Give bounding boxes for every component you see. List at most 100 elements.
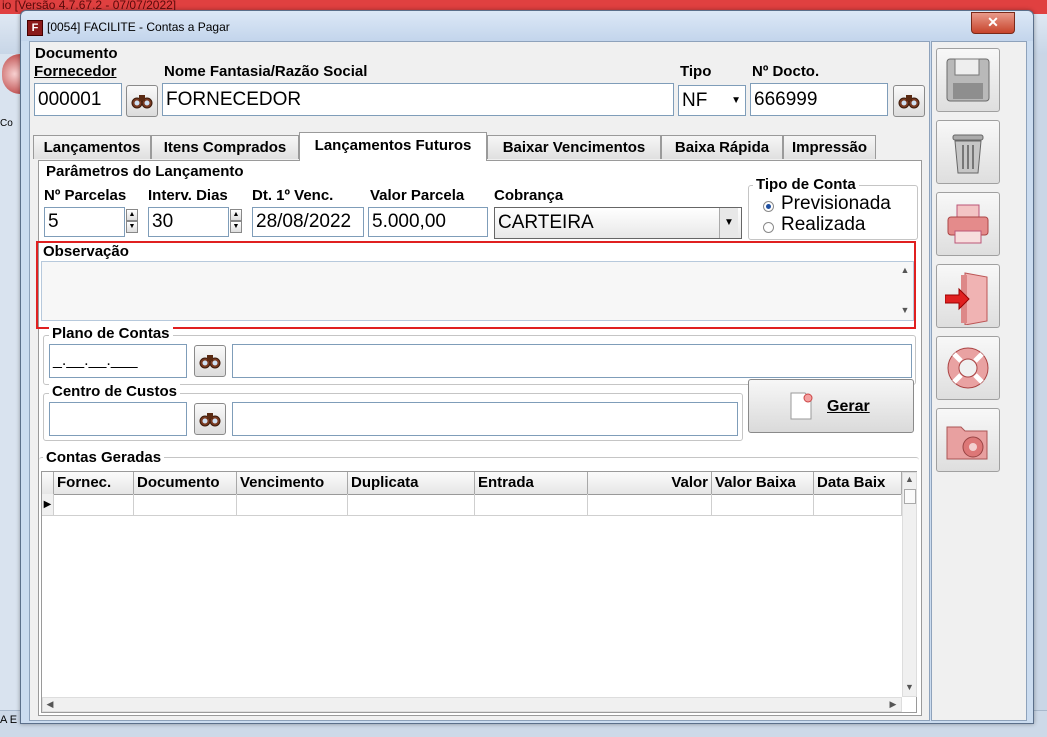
- contas-a-pagar-window: F [0054] FACILITE - Contas a Pagar ✕ Doc…: [20, 10, 1034, 724]
- realizada-label[interactable]: Realizada: [781, 214, 866, 236]
- print-button[interactable]: [936, 192, 1000, 256]
- centro-label: Centro de Custos: [49, 383, 181, 400]
- scroll-right-icon[interactable]: ▶: [887, 699, 899, 710]
- exit-door-icon: [945, 272, 988, 325]
- interv-field[interactable]: 30: [148, 207, 229, 237]
- form-area: Documento Fornecedor 000001 Nome Fantasi…: [29, 41, 930, 721]
- radio-realizada[interactable]: [763, 222, 774, 233]
- tab-impressao[interactable]: Impressão: [783, 135, 876, 159]
- chevron-down-icon: ▼: [719, 208, 738, 238]
- cobranca-select[interactable]: CARTEIRA ▼: [494, 207, 742, 239]
- printer-icon: [947, 204, 989, 244]
- search-fornecedor-button[interactable]: [126, 85, 158, 117]
- scroll-down-icon[interactable]: ▼: [899, 305, 911, 315]
- contas-grid[interactable]: Fornec. Documento Vencimento Duplicata E…: [41, 471, 917, 713]
- cell-vencimento[interactable]: [237, 494, 348, 516]
- action-toolbar: [931, 41, 1027, 721]
- plano-code-field[interactable]: _.__.__.___: [49, 344, 187, 378]
- background-app-left-text: Co: [0, 118, 13, 129]
- docto-field[interactable]: 666999: [750, 83, 888, 116]
- grid-header: Fornec. Documento Vencimento Duplicata E…: [42, 472, 902, 495]
- grid-indicator-header: [42, 472, 54, 494]
- cell-valor[interactable]: [588, 494, 712, 516]
- documento-label: Documento: [35, 45, 118, 62]
- radio-previsionada[interactable]: [763, 201, 774, 212]
- interv-spinner[interactable]: ▲ ▼: [230, 209, 242, 235]
- scroll-left-icon[interactable]: ◀: [44, 699, 56, 710]
- valor-parcela-field[interactable]: 5.000,00: [368, 207, 488, 237]
- help-button[interactable]: [936, 336, 1000, 400]
- parametros-title: Parâmetros do Lançamento: [43, 163, 247, 180]
- cell-data-baixa[interactable]: [814, 494, 902, 516]
- trash-can-icon: [952, 134, 984, 174]
- current-row-indicator-icon: ▶: [42, 494, 54, 516]
- window-titlebar: F [0054] FACILITE - Contas a Pagar ✕: [21, 11, 1033, 41]
- observacao-textarea[interactable]: [41, 261, 914, 321]
- tipo-label: Tipo: [680, 63, 712, 80]
- tipo-select-value: NF: [682, 90, 708, 111]
- app-icon: F: [27, 20, 43, 36]
- observacao-label: Observação: [43, 243, 129, 260]
- tab-lancamentos-futuros[interactable]: Lançamentos Futuros: [299, 132, 487, 161]
- col-vencimento[interactable]: Vencimento: [237, 472, 348, 494]
- search-docto-button[interactable]: [893, 85, 925, 117]
- cell-duplicata[interactable]: [348, 494, 475, 516]
- table-row[interactable]: ▶: [42, 494, 902, 516]
- fornecedor-code-field[interactable]: 000001: [34, 83, 122, 116]
- new-document-icon: [790, 392, 813, 420]
- col-entrada[interactable]: Entrada: [475, 472, 588, 494]
- spin-down-icon[interactable]: ▼: [230, 221, 242, 233]
- centro-code-field[interactable]: [49, 402, 187, 436]
- spin-down-icon[interactable]: ▼: [126, 221, 138, 233]
- gerar-label: Gerar: [827, 398, 870, 415]
- col-documento[interactable]: Documento: [134, 472, 237, 494]
- centro-description-field: [232, 402, 738, 436]
- chevron-down-icon: ▼: [731, 95, 741, 106]
- folder-gear-icon: [946, 426, 988, 460]
- col-fornec[interactable]: Fornec.: [54, 472, 134, 494]
- scroll-up-icon[interactable]: ▲: [903, 474, 916, 484]
- scroll-thumb[interactable]: [904, 489, 916, 504]
- tab-itens-comprados[interactable]: Itens Comprados: [151, 135, 299, 159]
- binoculars-icon: [199, 355, 221, 369]
- cell-valor-baixa[interactable]: [712, 494, 814, 516]
- search-centro-button[interactable]: [194, 403, 226, 435]
- cobranca-value: CARTEIRA: [498, 212, 594, 233]
- col-valor-baixa[interactable]: Valor Baixa: [712, 472, 814, 494]
- fornecedor-label: Fornecedor: [34, 63, 117, 80]
- col-data-baixa[interactable]: Data Baix: [814, 472, 902, 494]
- parcelas-field[interactable]: 5: [44, 207, 125, 237]
- scroll-up-icon[interactable]: ▲: [899, 265, 911, 275]
- scroll-down-icon[interactable]: ▼: [903, 682, 916, 692]
- background-app-status-text: A E: [0, 714, 18, 726]
- dt-venc-field[interactable]: 28/08/2022: [252, 207, 364, 237]
- col-duplicata[interactable]: Duplicata: [348, 472, 475, 494]
- interv-label: Interv. Dias: [148, 187, 228, 204]
- grid-horizontal-scrollbar[interactable]: ◀ ▶: [42, 697, 902, 712]
- tab-lancamentos[interactable]: Lançamentos: [33, 135, 151, 159]
- tab-baixar-vencimentos[interactable]: Baixar Vencimentos: [487, 135, 661, 159]
- save-button[interactable]: [936, 48, 1000, 112]
- gerar-button[interactable]: Gerar: [748, 379, 914, 433]
- binoculars-icon: [898, 95, 920, 109]
- settings-button[interactable]: [936, 408, 1000, 472]
- cell-entrada[interactable]: [475, 494, 588, 516]
- tipo-select[interactable]: NF ▼: [678, 85, 746, 116]
- cell-fornec[interactable]: [54, 494, 134, 516]
- delete-button[interactable]: [936, 120, 1000, 184]
- background-app-sidebar: [0, 54, 22, 724]
- spin-up-icon[interactable]: ▲: [230, 209, 242, 221]
- plano-description-field: [232, 344, 912, 378]
- cell-documento[interactable]: [134, 494, 237, 516]
- binoculars-icon: [131, 95, 153, 109]
- col-valor[interactable]: Valor: [588, 472, 712, 494]
- grid-vertical-scrollbar[interactable]: ▲ ▼: [902, 472, 917, 697]
- previsionada-label[interactable]: Previsionada: [781, 193, 891, 215]
- search-plano-button[interactable]: [194, 345, 226, 377]
- tab-baixa-rapida[interactable]: Baixa Rápida: [661, 135, 783, 159]
- close-button[interactable]: ✕: [971, 12, 1015, 34]
- nome-field[interactable]: FORNECEDOR: [162, 83, 674, 116]
- spin-up-icon[interactable]: ▲: [126, 209, 138, 221]
- parcelas-spinner[interactable]: ▲ ▼: [126, 209, 138, 235]
- exit-button[interactable]: [936, 264, 1000, 328]
